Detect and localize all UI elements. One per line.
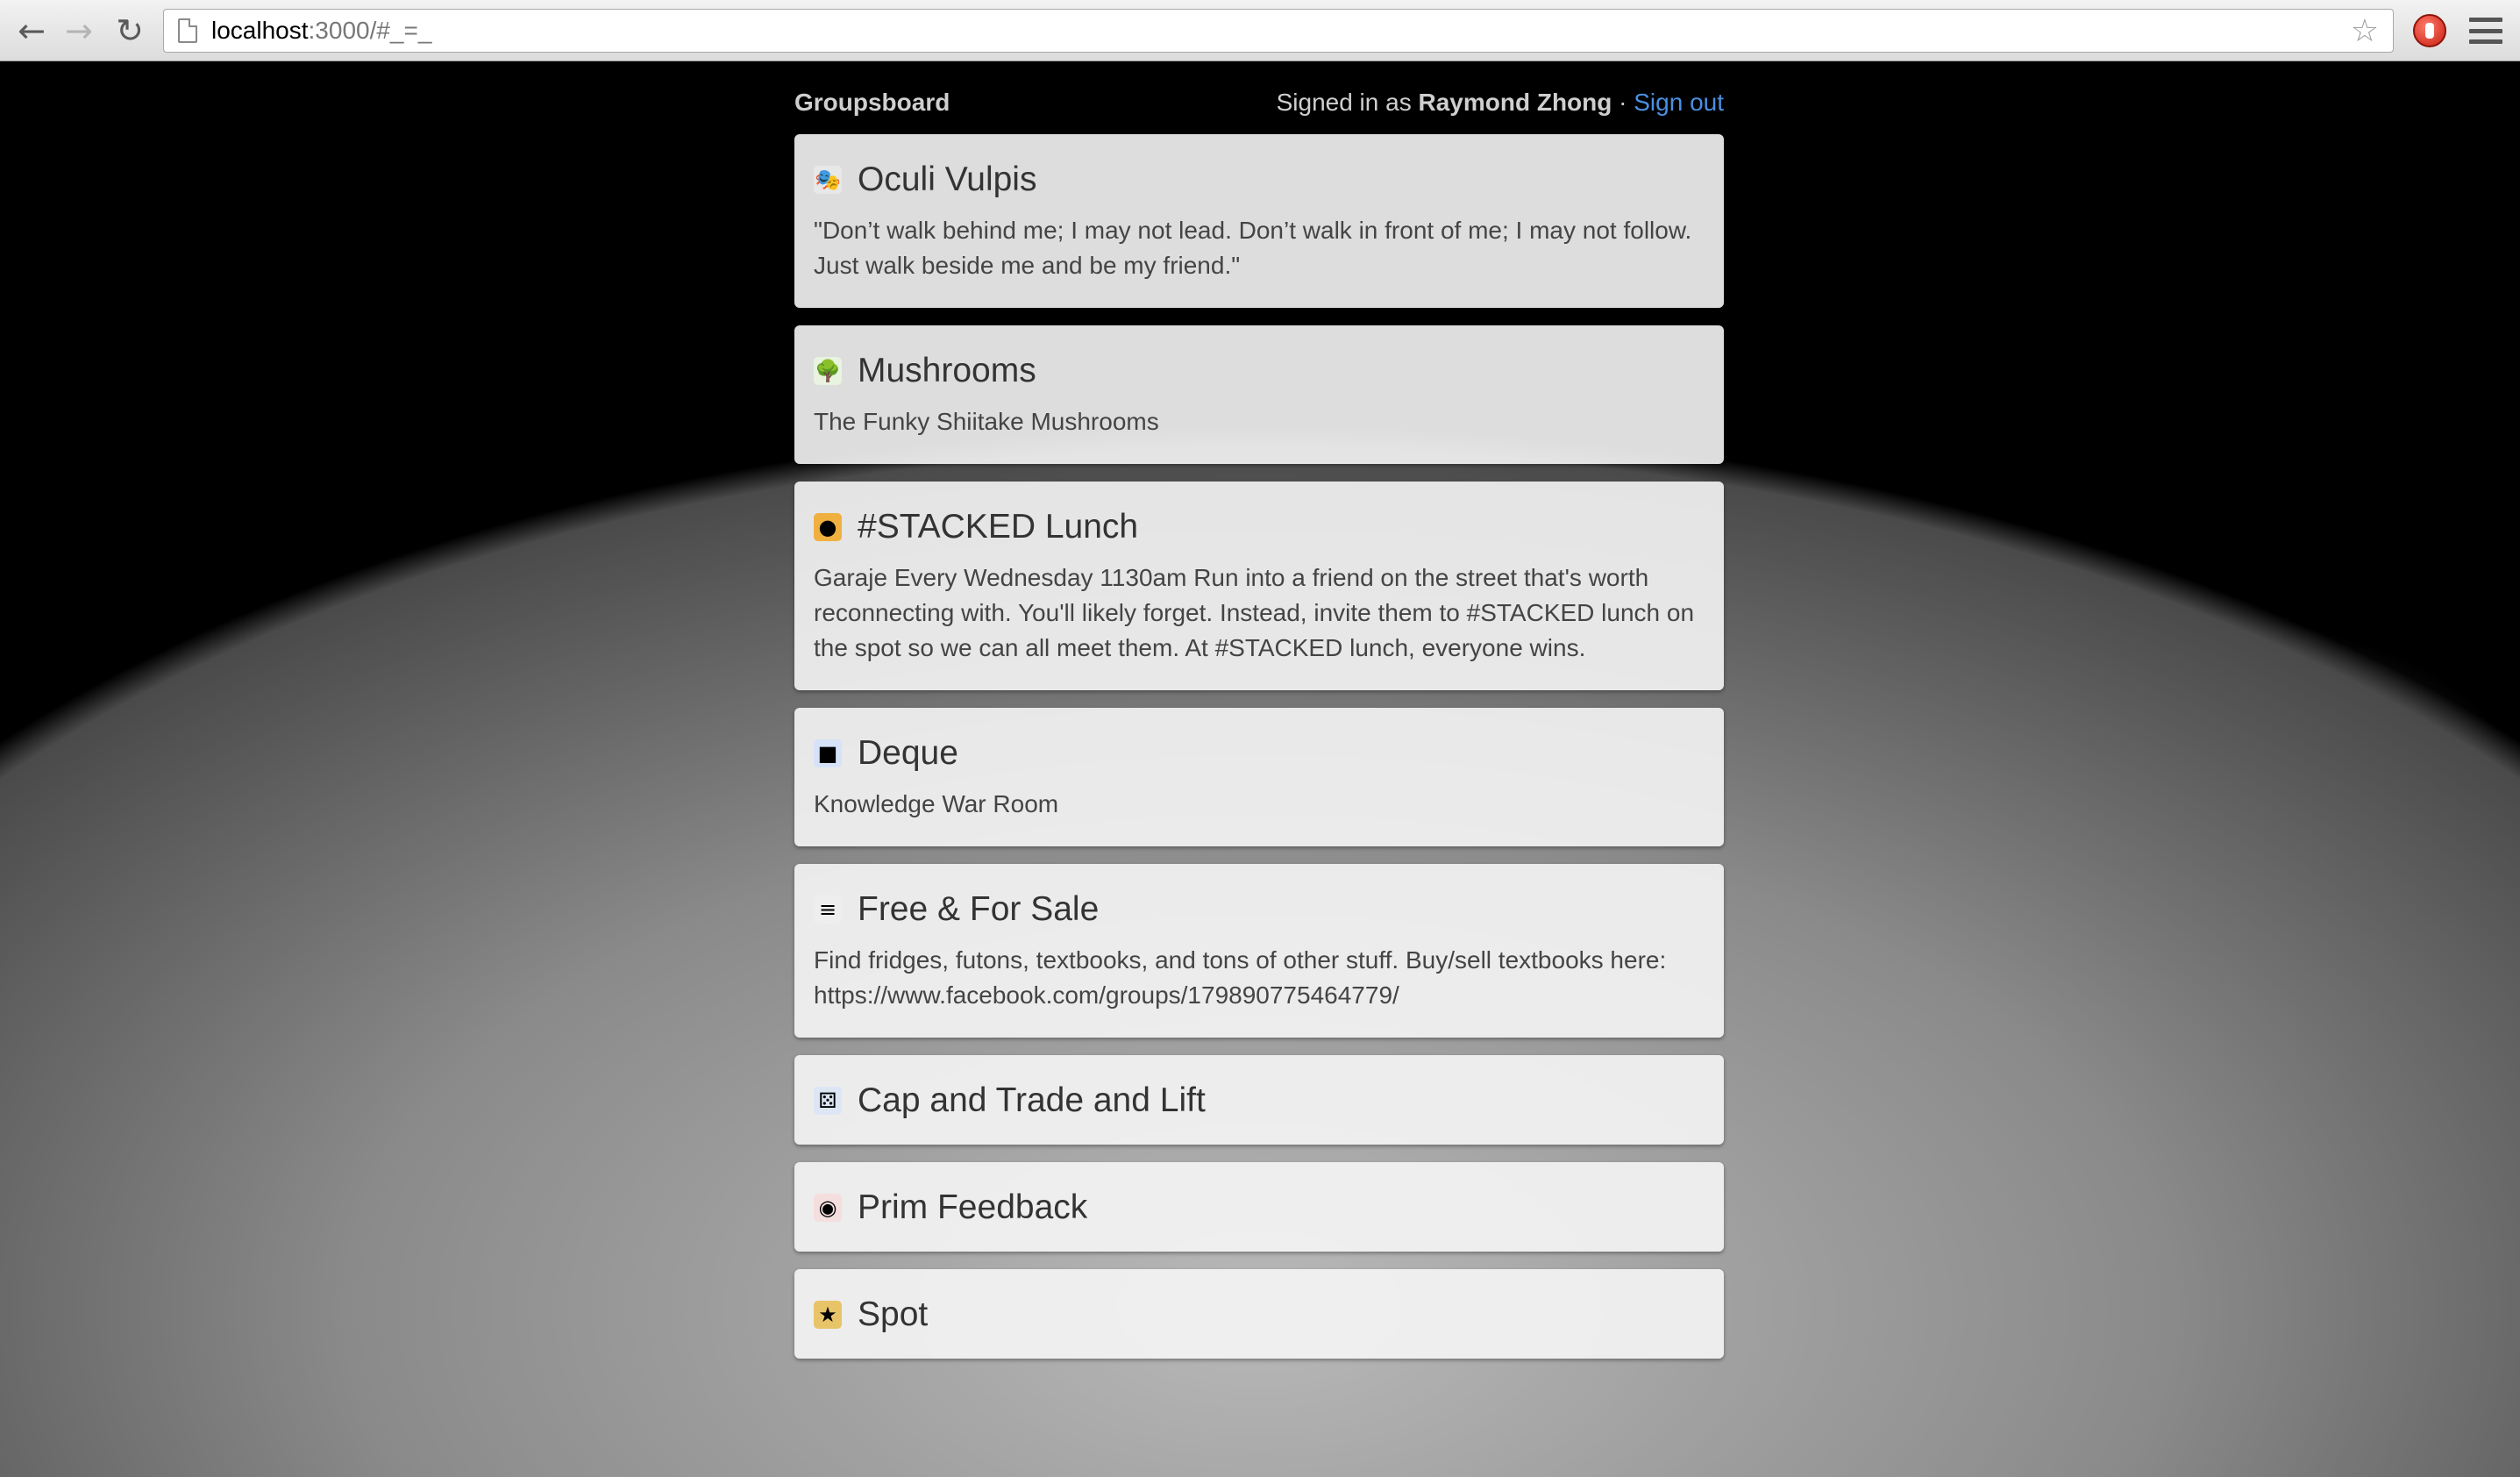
group-card-header: ⚄ Cap and Trade and Lift: [814, 1081, 1705, 1120]
star-badge-icon: ★: [814, 1301, 842, 1329]
back-arrow-icon[interactable]: ←: [11, 11, 53, 51]
book-icon: ■: [814, 739, 842, 767]
forward-arrow-icon[interactable]: →: [58, 11, 100, 51]
group-card-header: ≡ Free & For Sale: [814, 890, 1705, 929]
group-title: Deque: [858, 734, 958, 772]
group-description: Knowledge War Room: [814, 790, 1059, 817]
app-header: Groupsboard Signed in as Raymond Zhong ·…: [794, 80, 1724, 125]
group-card[interactable]: 🌳 Mushrooms The Funky Shiitake Mushrooms: [794, 325, 1724, 464]
address-bar[interactable]: localhost :3000/#_=_ ☆: [163, 9, 2394, 53]
group-card[interactable]: 🎭 Oculi Vulpis "Don’t walk behind me; I ma…: [794, 134, 1724, 308]
group-card-header: ● #STACKED Lunch: [814, 508, 1705, 546]
group-title: #STACKED Lunch: [858, 508, 1139, 546]
group-card-header: 🎭 Oculi Vulpis: [814, 161, 1705, 199]
menu-icon[interactable]: [2469, 18, 2502, 44]
group-description: Find fridges, futons, textbooks, and ton…: [814, 946, 1667, 1009]
group-description: "Don’t walk behind me; I may not lead. D…: [814, 217, 1692, 279]
dice-icon: ⚄: [814, 1087, 842, 1115]
signed-in-label: Signed in as: [1276, 89, 1419, 116]
user-name: Raymond Zhong: [1418, 89, 1612, 116]
group-title: Spot: [858, 1295, 929, 1333]
reload-icon[interactable]: ↻: [109, 11, 151, 51]
group-card[interactable]: ★ Spot: [794, 1269, 1724, 1359]
url-path: :3000/#_=_: [308, 17, 432, 44]
receipt-icon: ≡: [814, 895, 842, 924]
group-card[interactable]: ◉ Prim Feedback: [794, 1162, 1724, 1252]
group-description: The Funky Shiitake Mushrooms: [814, 408, 1159, 435]
separator: ·: [1612, 89, 1634, 116]
target-icon: ◉: [814, 1194, 842, 1222]
group-title: Free & For Sale: [858, 890, 1100, 928]
theater-masks-icon: 🎭: [814, 166, 842, 194]
group-card[interactable]: ⚄ Cap and Trade and Lift: [794, 1055, 1724, 1145]
group-card[interactable]: ■ Deque Knowledge War Room: [794, 708, 1724, 846]
stop-extension-icon[interactable]: [2413, 14, 2446, 47]
tree-icon: 🌳: [814, 357, 842, 385]
group-title: Mushrooms: [858, 352, 1036, 389]
group-card[interactable]: ● #STACKED Lunch Garaje Every Wednesday 11…: [794, 482, 1724, 690]
star-icon[interactable]: ☆: [2351, 13, 2379, 49]
group-card-header: ◉ Prim Feedback: [814, 1188, 1705, 1227]
group-card-header: ★ Spot: [814, 1295, 1705, 1334]
brand-logo[interactable]: Groupsboard: [794, 89, 950, 117]
user-status: Signed in as Raymond Zhong · Sign out: [1277, 89, 1724, 117]
group-title: Cap and Trade and Lift: [858, 1081, 1206, 1119]
sign-out-link[interactable]: Sign out: [1634, 89, 1724, 116]
group-card[interactable]: ≡ Free & For Sale Find fridges, futons, te…: [794, 864, 1724, 1038]
coin-icon: ●: [814, 513, 842, 541]
page-background: Groupsboard Signed in as Raymond Zhong ·…: [0, 62, 2520, 1477]
url-host: localhost: [211, 17, 309, 44]
page-icon: [178, 18, 197, 43]
group-card-header: ■ Deque: [814, 734, 1705, 773]
group-list: 🎭 Oculi Vulpis "Don’t walk behind me; I ma…: [794, 134, 1724, 1376]
group-description: Garaje Every Wednesday 1130am Run into a…: [814, 564, 1695, 661]
group-title: Prim Feedback: [858, 1188, 1088, 1226]
group-title: Oculi Vulpis: [858, 161, 1037, 198]
group-card-header: 🌳 Mushrooms: [814, 352, 1705, 390]
browser-toolbar: ← → ↻ localhost :3000/#_=_ ☆: [0, 0, 2520, 61]
